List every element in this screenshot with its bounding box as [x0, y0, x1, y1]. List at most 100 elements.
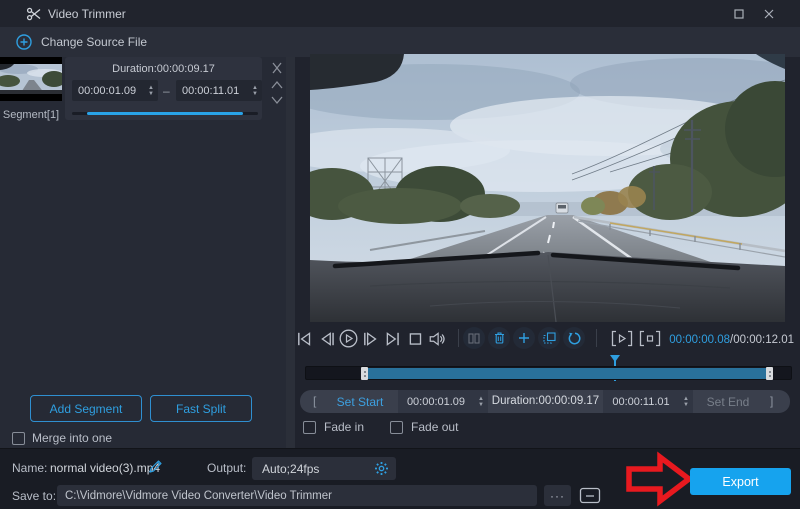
- spinner-arrows[interactable]: ▲ ▼: [248, 85, 262, 97]
- segment-progress-track[interactable]: [72, 112, 258, 115]
- end-bracket-icon: ]: [770, 394, 774, 408]
- segment-start-time-value: 00:00:01.09: [78, 84, 137, 97]
- move-down-chevron-icon[interactable]: [270, 94, 284, 106]
- trim-end-handle[interactable]: [766, 367, 773, 380]
- reset-button[interactable]: [563, 327, 585, 349]
- segment-duration-text: Duration:00:00:09.17: [112, 63, 215, 75]
- dashboard: [310, 250, 785, 322]
- scrollbar-track[interactable]: [286, 57, 295, 448]
- output-format-selector[interactable]: Auto;24fps: [252, 457, 396, 480]
- maximize-button[interactable]: [731, 6, 747, 22]
- video-preview: [310, 54, 785, 322]
- plus-icon: [519, 333, 529, 343]
- set-end-button[interactable]: Set End: [698, 395, 758, 409]
- move-up-chevron-icon[interactable]: [270, 79, 284, 91]
- segment-progress-fill: [87, 112, 243, 115]
- spinner-down-icon[interactable]: ▼: [252, 91, 258, 97]
- divider: [596, 329, 597, 347]
- current-time: 00:00:00.08: [669, 334, 731, 346]
- output-settings-gear-icon[interactable]: [374, 461, 389, 476]
- trim-start-input[interactable]: 00:00:01.09 ▲ ▼: [398, 390, 488, 413]
- segment-end-time-value: 00:00:11.01: [182, 84, 240, 97]
- segment-name-label: Segment[1]: [2, 109, 60, 121]
- fade-in-checkbox[interactable]: [303, 420, 316, 434]
- spinner-arrows[interactable]: ▲ ▼: [679, 396, 693, 408]
- window-title: Video Trimmer: [48, 7, 126, 21]
- fast-split-button[interactable]: Fast Split: [150, 395, 252, 422]
- trim-start-handle[interactable]: [361, 367, 368, 380]
- preview-panel: 00:00:00.08/00:00:12.01 [ Set Start 00:0…: [295, 54, 800, 448]
- segment-thumbnail-image: [0, 57, 62, 101]
- dashcam-video-still: [310, 54, 785, 322]
- toolbar: Change Source File: [0, 27, 800, 57]
- spinner-down-icon[interactable]: ▼: [148, 91, 154, 97]
- skip-start-button[interactable]: [296, 331, 314, 347]
- segment-end-time-input[interactable]: 00:00:11.01 ▲ ▼: [176, 80, 262, 101]
- save-path-input[interactable]: C:\Vidmore\Vidmore Video Converter\Video…: [57, 485, 537, 506]
- fade-in-label: Fade in: [324, 420, 365, 434]
- spinner-arrows[interactable]: ▲ ▼: [144, 85, 158, 97]
- play-segment-button[interactable]: [611, 330, 633, 347]
- segment-thumbnail[interactable]: [0, 57, 62, 101]
- trash-icon: [494, 332, 504, 344]
- merge-label: Merge into one: [32, 431, 113, 445]
- name-label: Name:: [12, 461, 48, 475]
- range-separator: –: [163, 84, 170, 98]
- undo-rotate-icon: [568, 332, 580, 344]
- edit-name-pencil-icon[interactable]: [148, 459, 163, 474]
- browse-folder-button[interactable]: ···: [544, 485, 571, 506]
- trim-end-value: 00:00:11.01: [612, 395, 670, 408]
- trim-end-input[interactable]: 00:00:11.01 ▲ ▼: [603, 390, 693, 413]
- delete-button[interactable]: [488, 327, 510, 349]
- ellipsis-icon: ···: [550, 488, 565, 503]
- play-button[interactable]: [339, 329, 358, 348]
- copy-icon: [542, 332, 556, 344]
- export-button[interactable]: Export: [690, 468, 791, 495]
- add-circle-icon: [16, 34, 32, 50]
- save-path-value: C:\Vidmore\Vidmore Video Converter\Video…: [65, 489, 332, 502]
- add-segment-button[interactable]: Add Segment: [30, 395, 142, 422]
- segment-start-time-input[interactable]: 00:00:01.09 ▲ ▼: [72, 80, 158, 101]
- fast-split-label: Fast Split: [175, 401, 226, 416]
- fade-out-label: Fade out: [411, 420, 459, 434]
- output-label: Output:: [207, 461, 247, 475]
- open-folder-icon[interactable]: [579, 487, 601, 504]
- distant-vehicle: [555, 202, 569, 214]
- export-label: Export: [722, 474, 759, 489]
- skip-end-button[interactable]: [384, 331, 402, 347]
- output-format-value: Auto;24fps: [262, 461, 320, 476]
- volume-button[interactable]: [428, 331, 446, 347]
- spinner-arrows[interactable]: ▲ ▼: [474, 396, 488, 408]
- step-forward-button[interactable]: [362, 331, 380, 347]
- timeline-track[interactable]: [305, 366, 792, 380]
- export-arrow-annotation: [626, 451, 692, 507]
- spinner-down-icon[interactable]: ▼: [478, 402, 484, 408]
- scissors-icon: [26, 7, 41, 21]
- change-source-file-button[interactable]: Change Source File: [10, 31, 153, 53]
- merge-into-one-option[interactable]: Merge into one: [12, 431, 112, 445]
- trim-controls-bar: [ Set Start 00:00:01.09 ▲ ▼ Duration:00:…: [300, 390, 790, 413]
- fade-out-checkbox[interactable]: [390, 420, 404, 434]
- start-bracket-icon: [: [313, 394, 317, 408]
- add-segment-label: Add Segment: [49, 401, 123, 416]
- merge-checkbox[interactable]: [12, 431, 25, 445]
- add-button[interactable]: [513, 327, 535, 349]
- close-button[interactable]: [761, 6, 777, 22]
- video-trimmer-window: Video Trimmer Change Source File Segment…: [0, 0, 800, 509]
- copy-segment-button[interactable]: [538, 327, 560, 349]
- spinner-down-icon[interactable]: ▼: [683, 402, 689, 408]
- set-start-button[interactable]: Set Start: [330, 395, 390, 409]
- stop-segment-button[interactable]: [639, 330, 661, 347]
- trim-start-value: 00:00:01.09: [406, 395, 466, 408]
- timeline-selection[interactable]: [368, 368, 766, 379]
- split-button[interactable]: [463, 327, 485, 349]
- trim-duration-label: Duration:00:00:09.17: [491, 395, 600, 407]
- segment-panel: Segment[1] Duration:00:00:09.17 00:00:01…: [0, 57, 295, 448]
- change-source-file-label: Change Source File: [41, 35, 148, 49]
- stop-button[interactable]: [407, 331, 425, 347]
- split-icon: [468, 332, 480, 344]
- save-to-label: Save to:: [12, 489, 57, 503]
- title-bar: Video Trimmer: [0, 0, 800, 27]
- remove-segment-icon[interactable]: [270, 62, 284, 74]
- step-back-button[interactable]: [319, 331, 337, 347]
